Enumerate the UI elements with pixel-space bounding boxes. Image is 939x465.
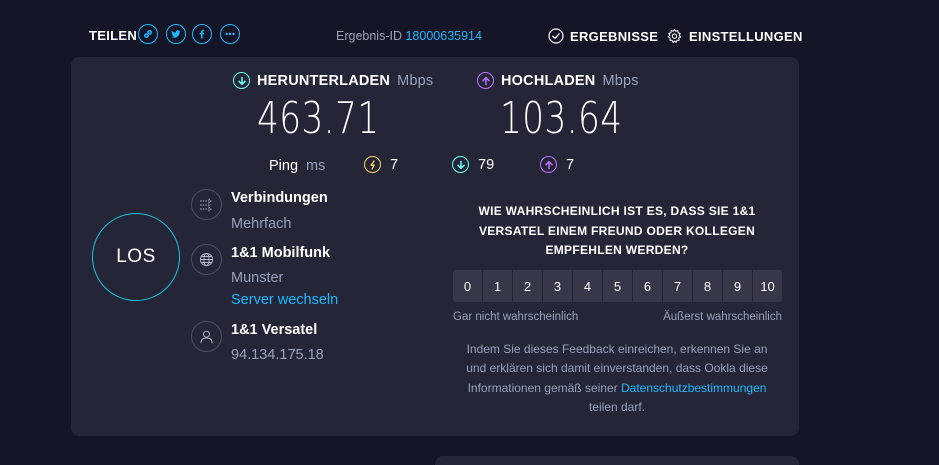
ping-idle-icon	[364, 156, 381, 173]
rating-option[interactable]: 1	[483, 270, 512, 302]
scale-low-label: Gar nicht wahrscheinlich	[453, 311, 579, 323]
rating-option[interactable]: 6	[633, 270, 662, 302]
change-server-link[interactable]: Server wechseln	[231, 292, 338, 308]
rating-option[interactable]: 5	[603, 270, 632, 302]
top-bar: TEILEN Ergebnis-ID 18000635914 ERGEBNISS…	[0, 0, 939, 56]
gear-icon	[667, 28, 682, 43]
rating-option[interactable]: 4	[573, 270, 602, 302]
result-id: Ergebnis-ID 18000635914	[336, 29, 482, 43]
check-circle-icon	[548, 28, 564, 44]
ping-upload: 7	[540, 156, 574, 173]
ping-unit: ms	[306, 158, 326, 174]
server-title: 1&1 Mobilfunk	[231, 245, 331, 261]
survey-question: WIE WAHRSCHEINLICH IST ES, DASS SIE 1&1 …	[478, 204, 756, 257]
ping-label: Ping	[269, 158, 299, 174]
rating-option[interactable]: 2	[513, 270, 542, 302]
download-value: 463.71	[257, 93, 380, 144]
disclaimer-tail: teilen darf.	[588, 399, 646, 414]
rating-option[interactable]: 7	[663, 270, 692, 302]
isp-ip: 94.134.175.18	[231, 347, 324, 363]
results-label: ERGEBNISSE	[570, 28, 659, 44]
download-arrow-icon	[233, 72, 250, 89]
link-icon[interactable]	[138, 24, 158, 44]
rating-option[interactable]: 0	[453, 270, 482, 302]
secondary-panel	[435, 456, 799, 465]
share-label: TEILEN	[89, 28, 138, 43]
ping-download-icon	[452, 156, 469, 173]
results-button[interactable]: ERGEBNISSE	[548, 28, 658, 44]
rating-option[interactable]: 3	[543, 270, 572, 302]
download-label: HERUNTERLADEN	[257, 72, 391, 89]
user-icon	[191, 321, 222, 352]
settings-label: EINSTELLUNGEN	[689, 29, 803, 44]
rating-scale: 0 1 2 3 4 5 6 7 8 9 10	[453, 270, 782, 302]
facebook-icon[interactable]	[192, 24, 212, 44]
disclaimer: Indem Sie dieses Feedback einreichen, er…	[455, 340, 779, 417]
twitter-icon[interactable]	[166, 24, 186, 44]
settings-button[interactable]: EINSTELLUNGEN	[666, 28, 803, 45]
globe-icon	[191, 244, 222, 275]
scale-high-label: Äußerst wahrscheinlich	[663, 311, 782, 323]
upload-label: HOCHLADEN	[501, 72, 596, 89]
upload-arrow-icon	[477, 72, 494, 89]
go-button[interactable]: LOS	[92, 213, 180, 301]
ping-header: Ping ms	[269, 157, 325, 175]
rating-option[interactable]: 8	[693, 270, 722, 302]
rating-option[interactable]: 10	[753, 270, 782, 302]
rating-option[interactable]: 9	[723, 270, 752, 302]
connections-value: Mehrfach	[231, 216, 292, 232]
connections-title: Verbindungen	[231, 190, 328, 206]
ping-upload-value: 7	[566, 156, 575, 173]
ping-download-value: 79	[478, 156, 495, 173]
upload-header: HOCHLADEN Mbps	[477, 72, 639, 89]
ping-idle-value: 7	[390, 156, 399, 173]
privacy-link[interactable]: Datenschutzbestimmungen	[621, 381, 766, 395]
result-id-label: Ergebnis-ID	[336, 29, 402, 43]
upload-unit: Mbps	[602, 72, 639, 89]
result-id-link[interactable]: 18000635914	[405, 29, 481, 43]
isp-title: 1&1 Versatel	[231, 322, 318, 338]
download-unit: Mbps	[397, 72, 434, 89]
ping-upload-icon	[540, 156, 557, 173]
upload-value: 103.64	[500, 93, 623, 144]
connections-icon	[191, 189, 222, 220]
server-location: Munster	[231, 270, 284, 286]
more-icon[interactable]	[220, 24, 240, 44]
ping-idle: 7	[364, 156, 398, 173]
results-panel: HERUNTERLADEN Mbps 463.71 HOCHLADEN Mbps…	[71, 57, 799, 436]
download-header: HERUNTERLADEN Mbps	[233, 72, 433, 89]
ping-download: 79	[452, 156, 494, 173]
